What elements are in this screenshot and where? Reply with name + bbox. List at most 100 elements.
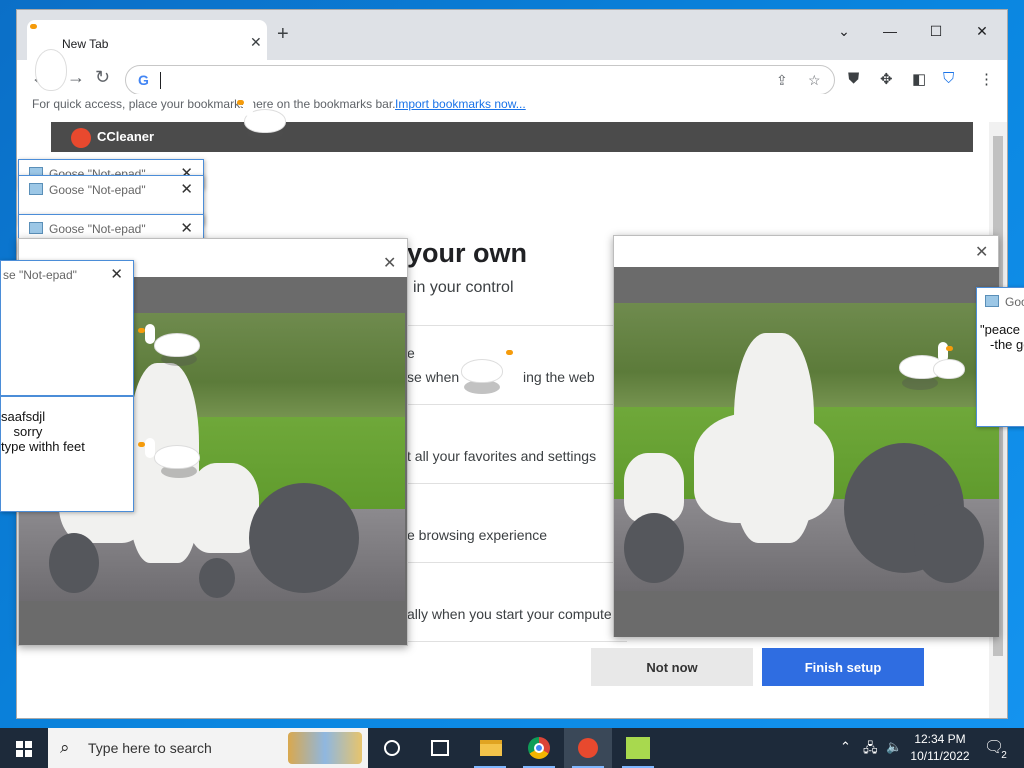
not-now-button[interactable]: Not now — [591, 648, 753, 686]
google-icon: G — [138, 72, 149, 88]
side-panel-icon[interactable]: ◧ — [912, 70, 926, 88]
desktop-goose[interactable] — [135, 436, 205, 486]
minimize-button[interactable]: — — [867, 16, 913, 46]
setup-row-text: ing the web — [523, 369, 595, 385]
goose-taskbar-button[interactable] — [614, 728, 662, 768]
clock-time[interactable]: 12:34 PM — [906, 732, 974, 746]
tab-search-icon[interactable]: ⌄ — [821, 16, 867, 46]
desktop-goose[interactable] — [30, 20, 80, 100]
pigeon-figure — [914, 503, 984, 583]
notepad-titlebar[interactable]: Goose "Not-epad" ✕ — [19, 176, 203, 204]
tray-overflow-icon[interactable]: ⌃ — [840, 739, 851, 755]
tab-close-icon[interactable]: ✕ — [250, 34, 262, 51]
setup-row-text: t all your favorites and settings — [407, 448, 597, 464]
notepad-line: -the go — [990, 337, 1024, 352]
bookmarks-bar: For quick access, place your bookmarks h… — [17, 94, 1007, 120]
clock-date[interactable]: 10/11/2022 — [906, 749, 974, 763]
desktop-goose[interactable] — [898, 340, 976, 396]
close-icon[interactable]: ✕ — [110, 265, 123, 283]
meme-frame — [614, 267, 999, 637]
task-view-icon — [431, 740, 449, 756]
notepad-title: se "Not-epad" — [3, 268, 77, 282]
goose-body — [36, 50, 66, 90]
goose-body — [155, 446, 199, 468]
new-tab-button[interactable]: + — [277, 24, 289, 44]
notepad-divider — [1, 395, 133, 397]
setup-subtitle: in your control — [413, 279, 514, 296]
setup-divider — [407, 483, 627, 484]
maximize-button[interactable]: ☐ — [913, 16, 959, 46]
import-bookmarks-link[interactable]: Import bookmarks now... — [395, 97, 526, 111]
notepad-text[interactable]: saafsdjl sorry type withh feet — [1, 409, 133, 454]
notepad-icon — [985, 295, 999, 307]
close-icon[interactable]: ✕ — [180, 180, 193, 198]
goose-meme-popup[interactable]: ✕ — [613, 235, 999, 637]
menu-kebab-icon[interactable]: ⋮ — [979, 70, 994, 88]
setup-divider — [407, 562, 627, 563]
cortana-button[interactable] — [368, 728, 416, 768]
reload-icon[interactable]: ↻ — [95, 67, 110, 88]
finish-setup-button[interactable]: Finish setup — [762, 648, 924, 686]
goose-body — [934, 360, 964, 378]
volume-icon[interactable]: 🔈 — [886, 739, 902, 755]
goose-figure — [694, 413, 834, 523]
close-icon[interactable]: ✕ — [383, 253, 396, 273]
setup-row-text: se when — [407, 369, 460, 385]
setup-divider — [407, 325, 627, 326]
goose-shadow — [902, 376, 938, 390]
notepad-line: saafsdjl — [1, 409, 46, 424]
goose-beak — [138, 442, 145, 447]
close-icon[interactable]: ✕ — [180, 219, 193, 237]
bookmark-star-icon[interactable]: ☆ — [808, 72, 821, 89]
goose-notepad-window[interactable]: Goo "peace -the go — [976, 287, 1024, 427]
pigeon-figure — [624, 513, 684, 583]
address-bar[interactable]: G ⇪ ☆ — [125, 65, 835, 95]
security-extension-icon[interactable]: ⛉ — [943, 70, 954, 87]
ccleaner-header: CCleaner — [51, 122, 973, 152]
share-icon[interactable]: ⇪ — [776, 72, 788, 89]
goose-app-icon — [626, 737, 650, 759]
desktop-goose[interactable] — [460, 344, 520, 400]
goose-beak — [946, 346, 953, 351]
notepad-text[interactable]: "peace -the go — [980, 322, 1024, 352]
text-caret — [160, 72, 161, 89]
goose-notepad-window[interactable]: se "Not-epad" ✕ saafsdjl sorry type with… — [0, 260, 134, 512]
goose-beak — [138, 328, 145, 333]
search-highlight-art — [288, 732, 362, 764]
desktop-goose[interactable] — [235, 96, 295, 146]
setup-row-text: ally when you start your compute — [407, 606, 612, 622]
goose-shadow — [464, 380, 500, 394]
setup-divider — [407, 641, 627, 642]
close-button[interactable]: ✕ — [959, 16, 1005, 46]
search-placeholder: Type here to search — [88, 740, 212, 756]
close-icon[interactable]: ✕ — [975, 242, 988, 262]
windows-logo-icon — [16, 741, 32, 757]
goose-neck — [145, 324, 155, 344]
notepad-titlebar[interactable]: se "Not-epad" ✕ — [1, 261, 133, 289]
ccleaner-taskbar-button[interactable] — [564, 728, 612, 768]
chrome-taskbar-button[interactable] — [515, 728, 563, 768]
setup-row-text: e browsing experience — [407, 527, 548, 543]
start-button[interactable] — [0, 728, 48, 768]
network-icon[interactable]: 🖧 — [863, 739, 878, 761]
desktop-goose[interactable] — [135, 322, 205, 372]
goose-neck — [498, 346, 508, 366]
notepad-title: Goose "Not-epad" — [49, 183, 146, 197]
shield-extension-icon[interactable]: ⛊ — [848, 70, 859, 87]
taskbar-search-box[interactable]: ⌕ Type here to search — [48, 728, 368, 768]
chrome-icon-center — [534, 743, 544, 753]
bookmarks-hint: For quick access, place your bookmarks h… — [32, 97, 396, 111]
task-view-button[interactable] — [416, 728, 464, 768]
notepad-line: "peace — [980, 322, 1021, 337]
tab-strip: New Tab ✕ + ⌄ — ☐ ✕ — [17, 10, 1007, 60]
file-explorer-button[interactable] — [466, 728, 514, 768]
goose-beak — [237, 100, 244, 105]
extensions-puzzle-icon[interactable]: ✥ — [880, 70, 893, 88]
goose-beak — [506, 350, 513, 355]
goose-neck — [145, 438, 155, 458]
notepad-line: type withh feet — [1, 439, 85, 454]
taskbar: ⌕ Type here to search ⌃ 🖧 🔈 12:34 PM 10/… — [0, 728, 1024, 768]
notepad-titlebar[interactable]: Goo — [977, 288, 1024, 316]
ccleaner-icon — [578, 738, 598, 758]
goose-body — [462, 360, 502, 382]
